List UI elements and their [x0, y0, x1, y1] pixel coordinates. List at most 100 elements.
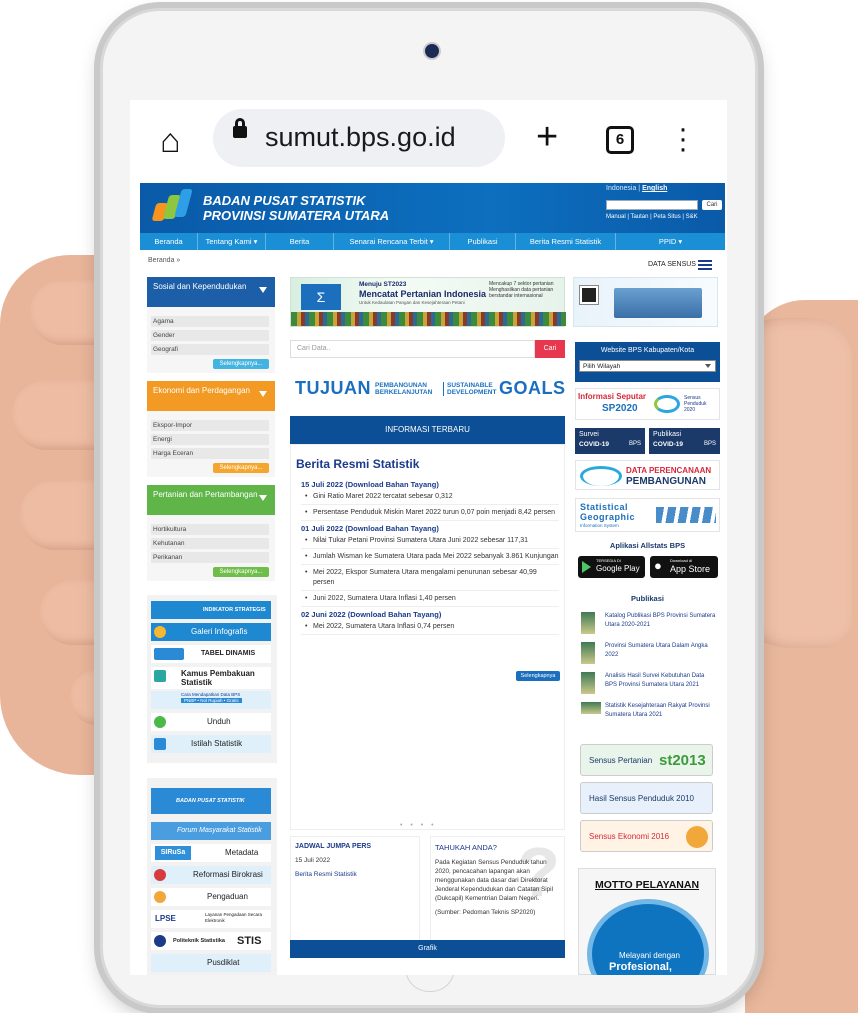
forum-masyarakat-link[interactable]: Forum Masyarakat Statistik [151, 822, 271, 840]
lang-indonesia[interactable]: Indonesia | [606, 185, 640, 192]
url-text[interactable]: sumut.bps.go.id [265, 122, 456, 153]
tab-switcher-button[interactable]: 6 [606, 126, 634, 154]
nav-berita[interactable]: Berita [266, 233, 334, 250]
galeri-infografis-link[interactable]: Galeri Infografis [151, 623, 271, 641]
category-item[interactable]: Geografi [151, 344, 269, 355]
publication-title[interactable]: Katalog Publikasi BPS Provinsi Sumatera … [605, 612, 717, 629]
lang-english[interactable]: English [642, 185, 667, 192]
nav-beranda[interactable]: Beranda [140, 233, 198, 250]
nav-publikasi[interactable]: Publikasi [450, 233, 516, 250]
cara-data-link[interactable]: Cara Mendapatkan Data BPS PNBP • Nol Rupi… [151, 691, 271, 709]
app-store-button[interactable]: ● Download di App Store [650, 556, 718, 578]
publication-item[interactable]: Katalog Publikasi BPS Provinsi Sumatera … [579, 612, 719, 640]
brs-item[interactable]: Persentase Penduduk Miskin Maret 2022 tu… [301, 508, 559, 521]
brs-title[interactable]: Berita Resmi Statistik [296, 457, 419, 471]
data-perencanaan-banner[interactable]: DATA PERENCANAAN PEMBANGUNAN [575, 460, 720, 490]
grafik-header[interactable]: Grafik [290, 940, 565, 958]
region-select[interactable]: Pilih Wilayah [579, 360, 716, 372]
indikator-strategis-link[interactable]: INDIKATOR STRATEGIS [151, 601, 271, 619]
caret-down-icon[interactable] [259, 287, 267, 293]
st2023-banner[interactable]: Σ Menuju ST2023 Mencatat Pertanian Indon… [290, 277, 566, 327]
site-title[interactable]: BADAN PUSAT STATISTIK [203, 193, 366, 208]
category-item[interactable]: Ekspor-Impor [151, 420, 269, 431]
brs-item[interactable]: Nilai Tukar Petani Provinsi Sumatera Uta… [301, 536, 559, 549]
category-item[interactable]: Gender [151, 330, 269, 341]
more-button[interactable]: Selengkapnya... [213, 359, 269, 369]
more-button[interactable]: Selengkapnya... [213, 463, 269, 473]
publication-title[interactable]: Analisis Hasil Survei Kebutuhan Data BPS… [605, 672, 717, 689]
category-header[interactable]: Sosial dan Kependudukan [147, 277, 275, 307]
brs-item[interactable]: Mei 2022, Ekspor Sumatera Utara mengalam… [301, 568, 559, 591]
nav-brs[interactable]: Berita Resmi Statistik [516, 233, 616, 250]
sensus-pertanian-link[interactable]: Sensus Pertanian st2013 [580, 744, 713, 776]
data-sensus-label[interactable]: DATA SENSUS [648, 261, 696, 268]
data-search-input[interactable]: Cari Data.. [290, 340, 535, 358]
sp2020-banner[interactable]: Informasi Seputar SP2020 Sensus Penduduk… [575, 388, 720, 420]
lpse-link[interactable]: LPSE Layanan Pengadaan Secara Elektronik [151, 910, 271, 928]
category-item[interactable]: Perikanan [151, 552, 269, 563]
pengaduan-link[interactable]: Pengaduan [151, 888, 271, 906]
survei-covid-link[interactable]: Survei COVID-19 BPS [575, 428, 645, 454]
bps-banner-link[interactable]: BADAN PUSAT STATISTIK [151, 788, 271, 814]
download-link[interactable]: (Download Bahan Tayang) [345, 480, 439, 489]
tabel-dinamis-link[interactable]: TABEL DINAMIS [151, 645, 271, 663]
download-link[interactable]: (Download Bahan Tayang) [348, 610, 442, 619]
publication-item[interactable]: Analisis Hasil Survei Kebutuhan Data BPS… [579, 672, 719, 700]
brs-more-button[interactable]: Selengkapnya [516, 671, 560, 681]
nav-tentang-kami[interactable]: Tentang Kami ▾ [198, 233, 266, 250]
brs-item[interactable]: Juni 2022, Sumatera Utara Inflasi 1,40 p… [301, 594, 559, 607]
carousel-dots[interactable]: • • • • [400, 822, 437, 829]
category-item[interactable]: Agama [151, 316, 269, 327]
sirusa-metadata-link[interactable]: SIRuSa Metadata [151, 844, 271, 862]
brs-item[interactable]: Jumlah Wisman ke Sumatera Utara pada Mei… [301, 552, 559, 565]
nav-ppid[interactable]: PPID ▾ [616, 233, 725, 250]
reformasi-birokrasi-link[interactable]: Reformasi Birokrasi [151, 866, 271, 884]
hamburger-icon[interactable] [698, 260, 712, 270]
bps-building-banner[interactable] [573, 277, 718, 327]
site-subtitle[interactable]: PROVINSI SUMATERA UTARA [203, 208, 389, 223]
kamus-link[interactable]: Kamus Pembakuan Statistik [151, 667, 271, 689]
category-header[interactable]: Ekonomi dan Perdagangan [147, 381, 275, 411]
google-play-button[interactable]: TERSEDIA DI Google Play [578, 556, 645, 578]
data-search-button[interactable]: Cari [535, 340, 565, 358]
publication-title[interactable]: Provinsi Sumatera Utara Dalam Angka 2022 [605, 642, 717, 659]
sig-banner[interactable]: Statistical Geographic Information Syste… [575, 498, 720, 532]
category-header[interactable]: Pertanian dan Pertambangan [147, 485, 275, 515]
caret-down-icon[interactable] [259, 495, 267, 501]
category-item[interactable]: Harga Eceran [151, 448, 269, 459]
menu-icon[interactable]: · · · [678, 114, 688, 163]
category-item[interactable]: Hortikultura [151, 524, 269, 535]
brs-item[interactable]: Gini Ratio Maret 2022 tercatat sebesar 0… [301, 492, 559, 505]
more-button[interactable]: Selengkapnya... [213, 567, 269, 577]
caret-down-icon[interactable] [259, 391, 267, 397]
category-item[interactable]: Kehutanan [151, 538, 269, 549]
istilah-link[interactable]: Istilah Statistik [151, 735, 271, 753]
photo-stage: ⌂ sumut.bps.go.id + 6 · · · BADAN PUSAT ST… [0, 0, 858, 1013]
language-switch[interactable]: Indonesia | English [606, 185, 667, 192]
informasi-terbaru-header[interactable]: INFORMASI TERBARU [290, 416, 565, 444]
new-tab-icon[interactable]: + [536, 118, 558, 156]
motto-pelayanan-banner[interactable]: MOTTO PELAYANAN Melayani dengan Profesio… [578, 868, 716, 975]
stis-link[interactable]: Politeknik Statistika STIS [151, 932, 271, 950]
home-icon[interactable]: ⌂ [160, 124, 181, 158]
lock-icon[interactable] [233, 118, 247, 138]
pusdiklat-link[interactable]: Pusdiklat [151, 954, 271, 972]
unduh-link[interactable]: Unduh [151, 713, 271, 731]
publikasi-covid-link[interactable]: Publikasi COVID-19 BPS [649, 428, 720, 454]
nav-senarai[interactable]: Senarai Rencana Terbit ▾ [334, 233, 450, 250]
sdgs-banner[interactable]: TUJUAN PEMBANGUNAN BERKELANJUTAN SUSTAIN… [295, 378, 565, 398]
jadwal-link[interactable]: Berita Resmi Statistik [295, 871, 415, 878]
download-link[interactable]: (Download Bahan Tayang) [345, 524, 439, 533]
breadcrumb[interactable]: Beranda » [148, 257, 180, 264]
header-search-input[interactable] [606, 200, 698, 210]
brs-item[interactable]: Mei 2022, Sumatera Utara Inflasi 0,74 pe… [301, 622, 559, 635]
publication-item[interactable]: Statistik Kesejahteraan Rakyat Provinsi … [579, 702, 719, 730]
publication-title[interactable]: Statistik Kesejahteraan Rakyat Provinsi … [605, 702, 717, 719]
header-search-button[interactable]: Cari [702, 200, 722, 210]
bps-logo[interactable] [150, 189, 193, 227]
category-item[interactable]: Energi [151, 434, 269, 445]
header-links[interactable]: Manual | Tautan | Peta Situs | S&K [606, 214, 698, 220]
sensus-penduduk-2010-link[interactable]: Hasil Sensus Penduduk 2010 [580, 782, 713, 814]
sensus-ekonomi-2016-link[interactable]: Sensus Ekonomi 2016 [580, 820, 713, 852]
publication-item[interactable]: Provinsi Sumatera Utara Dalam Angka 2022 [579, 642, 719, 670]
